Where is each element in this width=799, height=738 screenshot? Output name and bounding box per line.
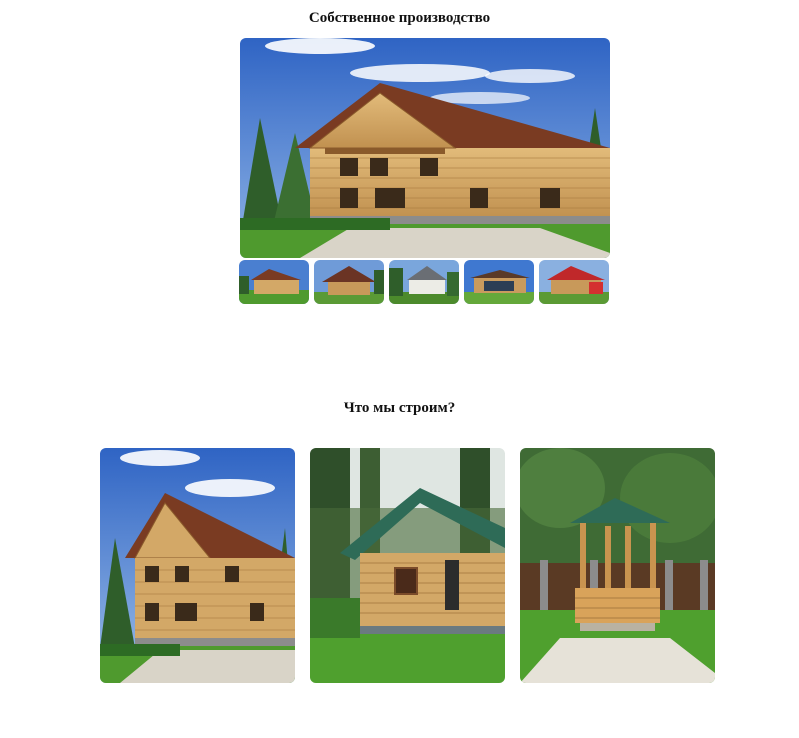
gallery-thumbnail[interactable] bbox=[389, 260, 459, 304]
build-card-gazebo[interactable] bbox=[520, 448, 715, 683]
build-card-bathhouse[interactable] bbox=[310, 448, 505, 683]
main-gallery-image[interactable] bbox=[240, 38, 610, 258]
gallery-thumbnail[interactable] bbox=[464, 260, 534, 304]
gallery-thumbnail[interactable] bbox=[539, 260, 609, 304]
build-card-log-house[interactable] bbox=[100, 448, 295, 683]
gallery-thumbnail[interactable] bbox=[239, 260, 309, 304]
section-title-production: Собственное производство bbox=[308, 10, 491, 26]
gallery-thumbnails bbox=[239, 260, 611, 304]
section-title-build: Что мы строим? bbox=[343, 400, 456, 416]
gallery-thumbnail[interactable] bbox=[314, 260, 384, 304]
